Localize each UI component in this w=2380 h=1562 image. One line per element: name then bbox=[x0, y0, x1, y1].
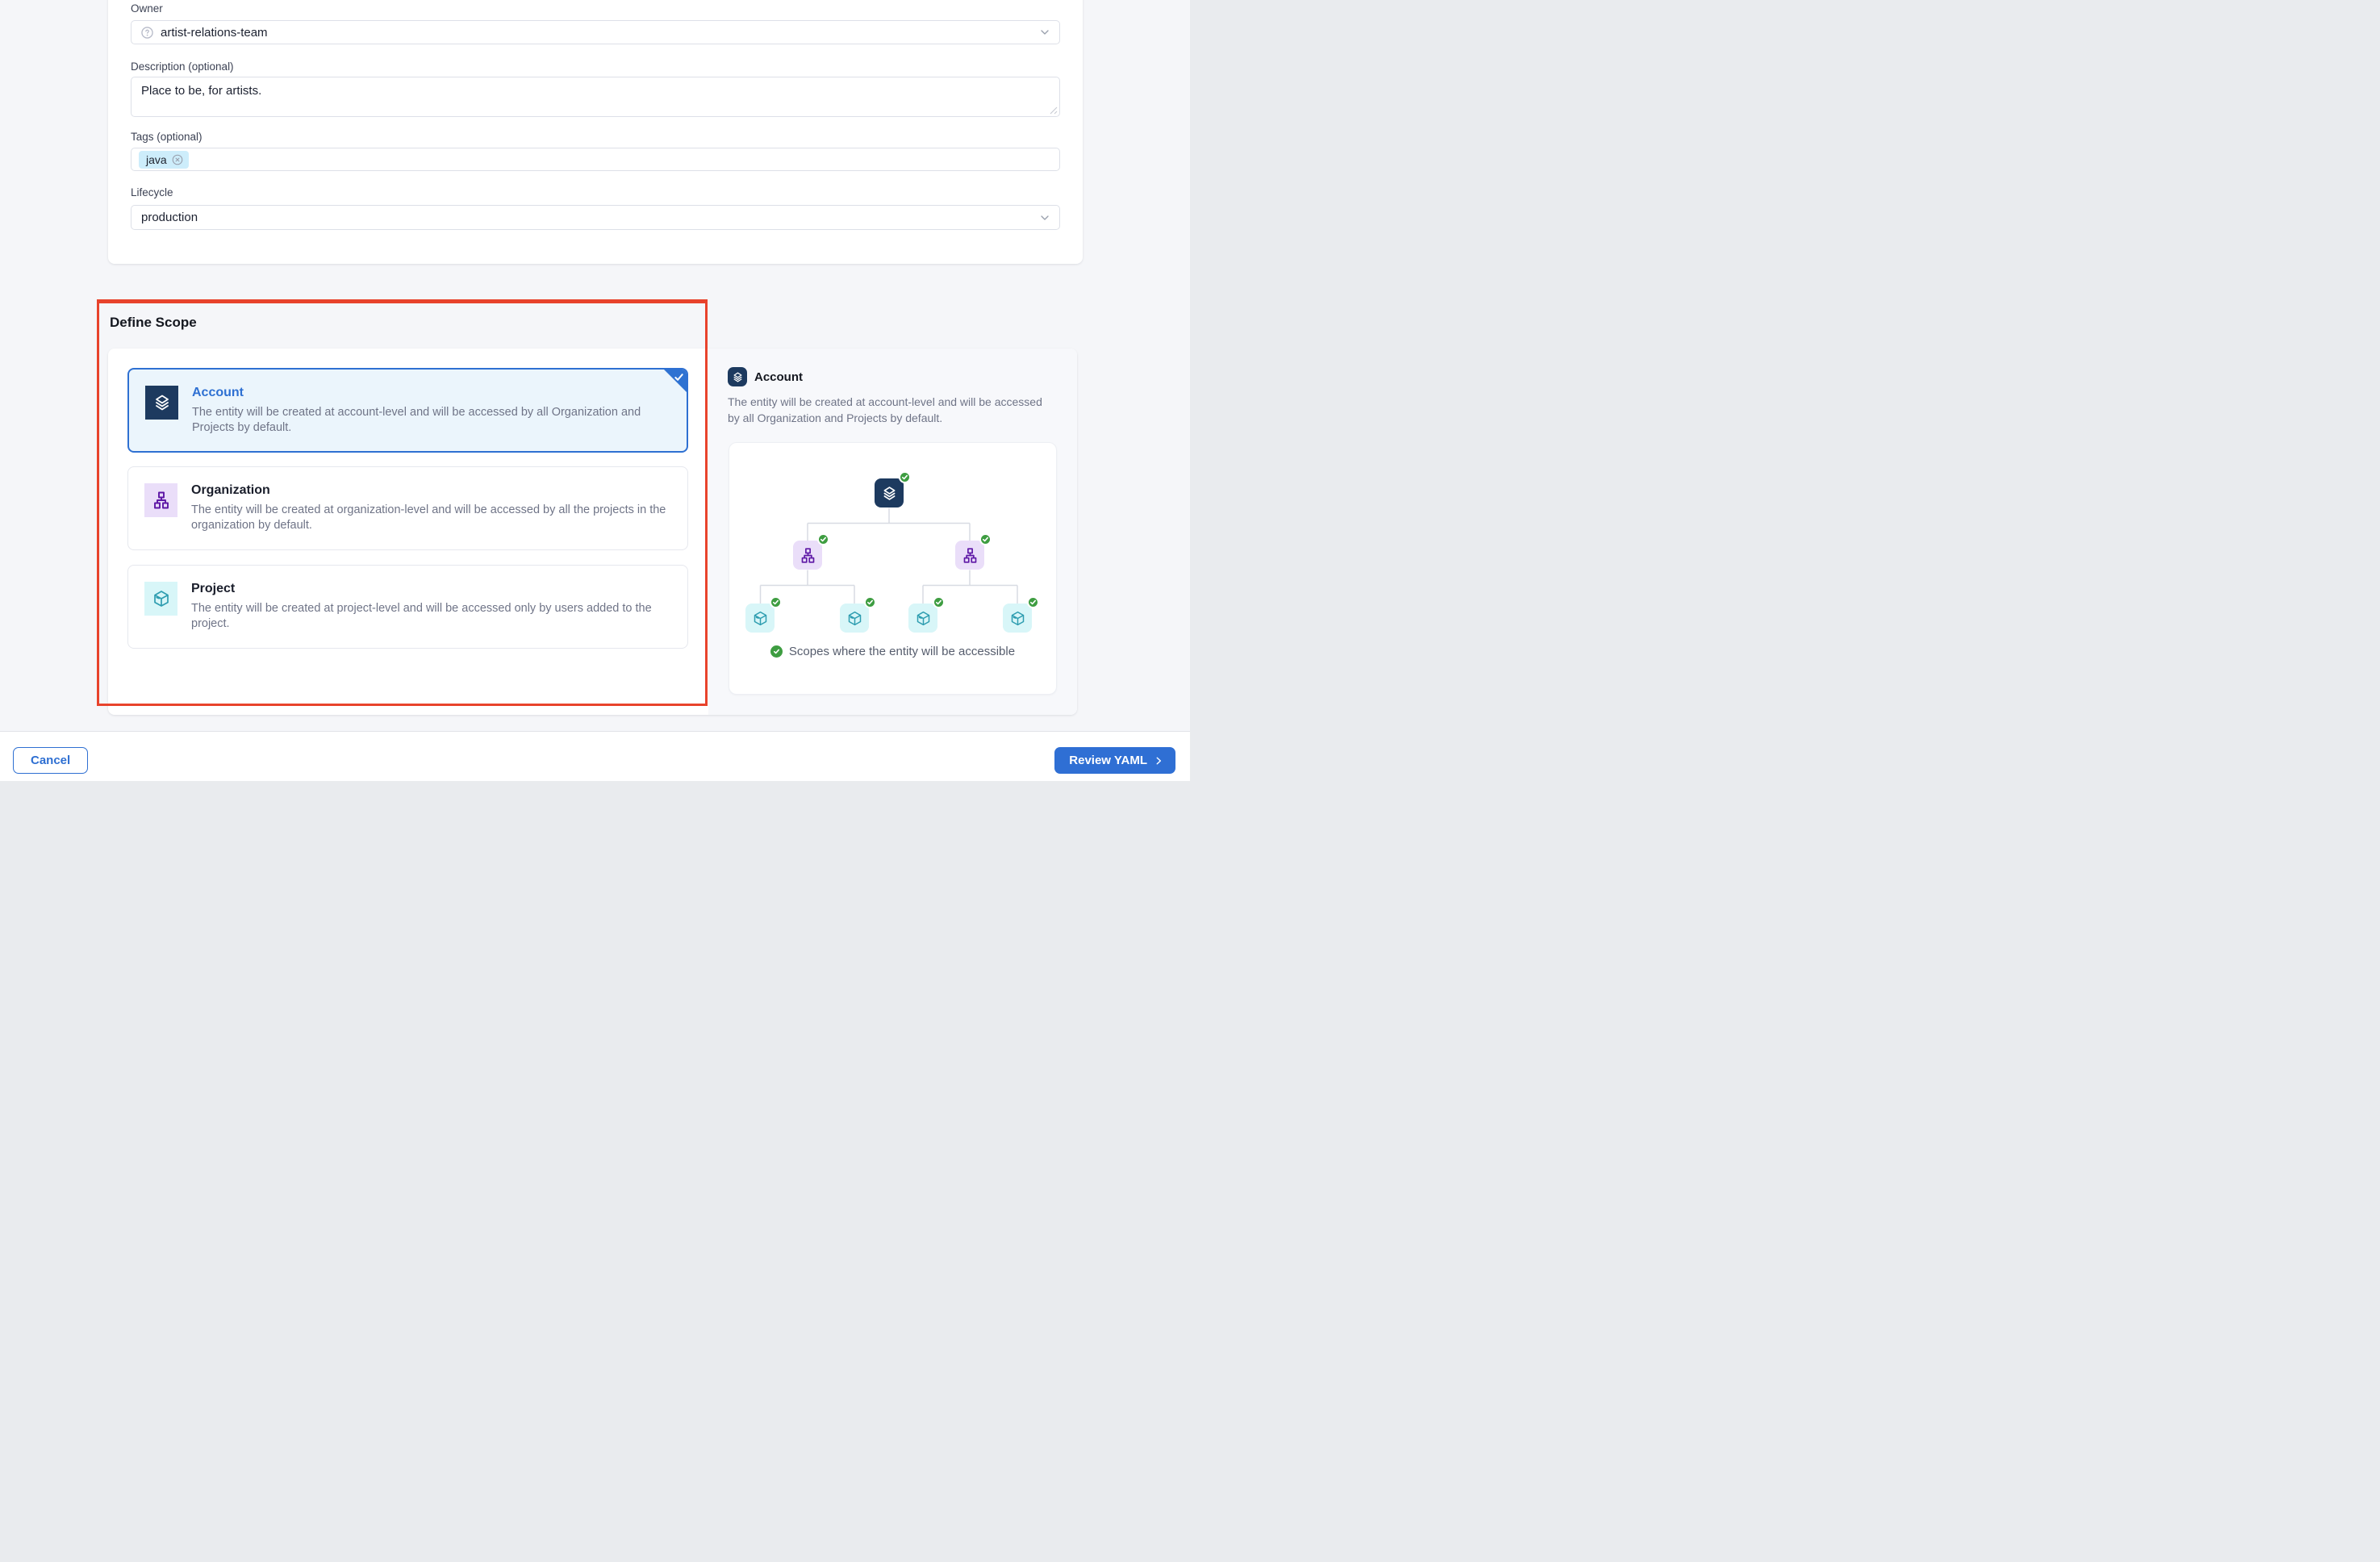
scope-diagram-card: Scopes where the entity will be accessib… bbox=[729, 442, 1057, 695]
tags-input[interactable]: java bbox=[131, 148, 1060, 171]
tag-chip: java bbox=[139, 151, 189, 169]
scope-detail-title: Account bbox=[754, 370, 803, 384]
tag-chip-label: java bbox=[146, 153, 167, 166]
check-badge-icon bbox=[1027, 596, 1039, 608]
scope-option-title: Project bbox=[191, 582, 235, 596]
scope-option-project[interactable]: Project The entity will be created at pr… bbox=[127, 565, 688, 649]
scope-detail-description: The entity will be created at account-le… bbox=[728, 395, 1050, 426]
chevron-right-icon bbox=[1153, 755, 1164, 766]
check-badge-icon bbox=[933, 596, 945, 608]
diagram-project-node bbox=[840, 604, 869, 633]
check-badge-icon bbox=[899, 471, 911, 483]
chevron-down-icon[interactable] bbox=[1038, 26, 1051, 39]
legend-text: Scopes where the entity will be accessib… bbox=[789, 645, 1015, 658]
diagram-project-node bbox=[745, 604, 775, 633]
lifecycle-label: Lifecycle bbox=[131, 186, 173, 198]
description-label: Description (optional) bbox=[131, 61, 234, 73]
tags-label: Tags (optional) bbox=[131, 131, 203, 143]
scope-option-description: The entity will be created at project-le… bbox=[191, 601, 675, 632]
entity-details-card: Owner artist-relations-team Description … bbox=[108, 0, 1083, 264]
diagram-organization-node bbox=[955, 541, 984, 570]
owner-label: Owner bbox=[131, 2, 163, 15]
scope-option-organization[interactable]: Organization The entity will be created … bbox=[127, 466, 688, 550]
define-scope-heading: Define Scope bbox=[110, 315, 197, 331]
selected-check-icon bbox=[674, 372, 684, 382]
diagram-project-node bbox=[1003, 604, 1032, 633]
check-badge-icon bbox=[864, 596, 876, 608]
owner-select[interactable]: artist-relations-team bbox=[131, 20, 1060, 44]
question-circle-icon bbox=[141, 27, 153, 39]
diagram-account-node bbox=[875, 478, 904, 507]
review-yaml-label: Review YAML bbox=[1069, 754, 1147, 767]
scope-option-title: Account bbox=[192, 386, 244, 400]
description-value: Place to be, for artists. bbox=[141, 84, 261, 98]
check-circle-icon bbox=[770, 645, 783, 658]
check-badge-icon bbox=[979, 533, 992, 545]
description-textarea[interactable]: Place to be, for artists. bbox=[131, 77, 1060, 117]
cancel-button[interactable]: Cancel bbox=[13, 747, 88, 774]
layers-icon bbox=[145, 386, 178, 420]
owner-value: artist-relations-team bbox=[161, 26, 268, 40]
scope-option-description: The entity will be created at organizati… bbox=[191, 503, 675, 533]
scope-option-account[interactable]: Account The entity will be created at ac… bbox=[127, 368, 688, 453]
entity-create-page: Owner artist-relations-team Description … bbox=[0, 0, 1190, 781]
org-chart-icon bbox=[144, 483, 177, 517]
diagram-legend: Scopes where the entity will be accessib… bbox=[729, 645, 1056, 658]
check-badge-icon bbox=[770, 596, 782, 608]
chevron-down-icon[interactable] bbox=[1038, 211, 1051, 224]
define-scope-card: Account The entity will be created at ac… bbox=[108, 349, 1077, 715]
resize-handle-icon[interactable] bbox=[1050, 106, 1058, 115]
lifecycle-select[interactable]: production bbox=[131, 205, 1060, 230]
cube-icon bbox=[144, 582, 177, 616]
diagram-organization-node bbox=[793, 541, 822, 570]
review-yaml-button[interactable]: Review YAML bbox=[1054, 747, 1175, 774]
check-badge-icon bbox=[817, 533, 829, 545]
footer-bar: Cancel Review YAML bbox=[0, 731, 1190, 781]
scope-option-title: Organization bbox=[191, 483, 270, 498]
scope-option-description: The entity will be created at account-le… bbox=[192, 405, 676, 436]
remove-tag-icon[interactable] bbox=[172, 154, 183, 165]
diagram-project-node bbox=[908, 604, 937, 633]
layers-icon bbox=[728, 367, 747, 386]
lifecycle-value: production bbox=[141, 211, 198, 224]
